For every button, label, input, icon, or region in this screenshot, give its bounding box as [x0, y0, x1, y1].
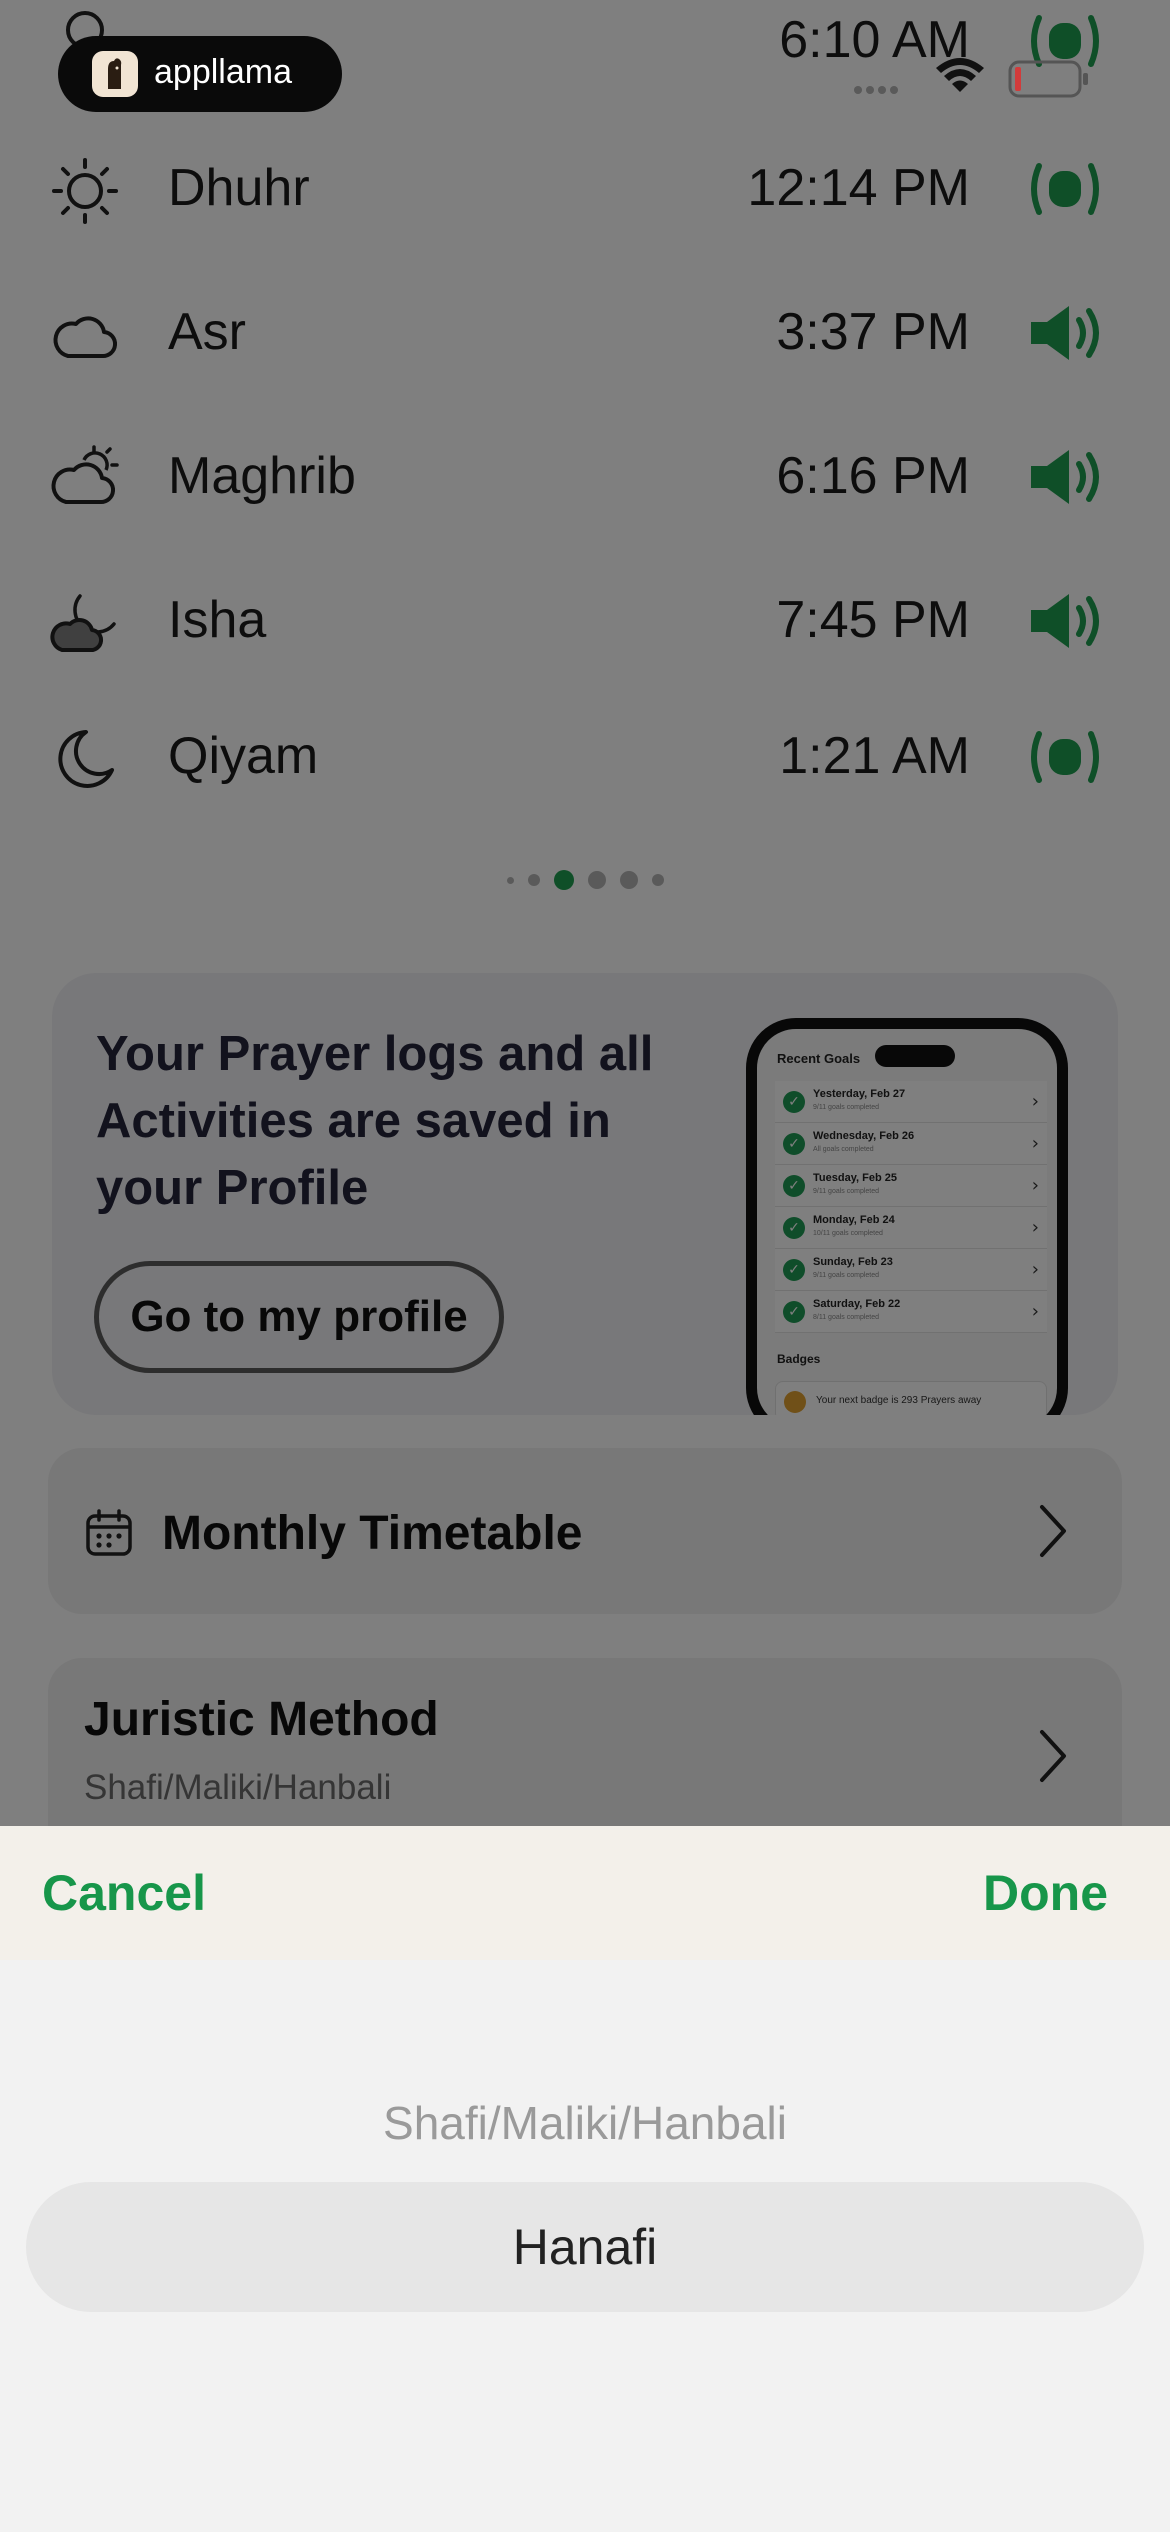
status-icons [854, 58, 1088, 98]
prayer-times-screen: 6:10 AM Dhuhr 12:14 PM [0, 0, 1170, 2532]
done-button[interactable]: Done [983, 1864, 1108, 1922]
cancel-button[interactable]: Cancel [42, 1864, 206, 1922]
modal-backdrop[interactable] [0, 0, 1170, 1826]
picker-option[interactable]: Shafi/Maliki/Hanbali [0, 2096, 1170, 2150]
cellular-signal-icon [854, 86, 898, 94]
llama-icon [92, 51, 138, 97]
wifi-icon [936, 58, 984, 92]
picker-toolbar: Cancel Done [0, 1826, 1170, 1960]
picker-option-selected[interactable]: Hanafi [0, 2218, 1170, 2276]
app-badge: appllama [58, 36, 342, 112]
juristic-method-picker-sheet: Cancel Done Shafi/Maliki/Hanbali Hanafi [0, 1826, 1170, 2532]
app-badge-label: appllama [154, 53, 292, 91]
battery-icon [1008, 60, 1088, 98]
